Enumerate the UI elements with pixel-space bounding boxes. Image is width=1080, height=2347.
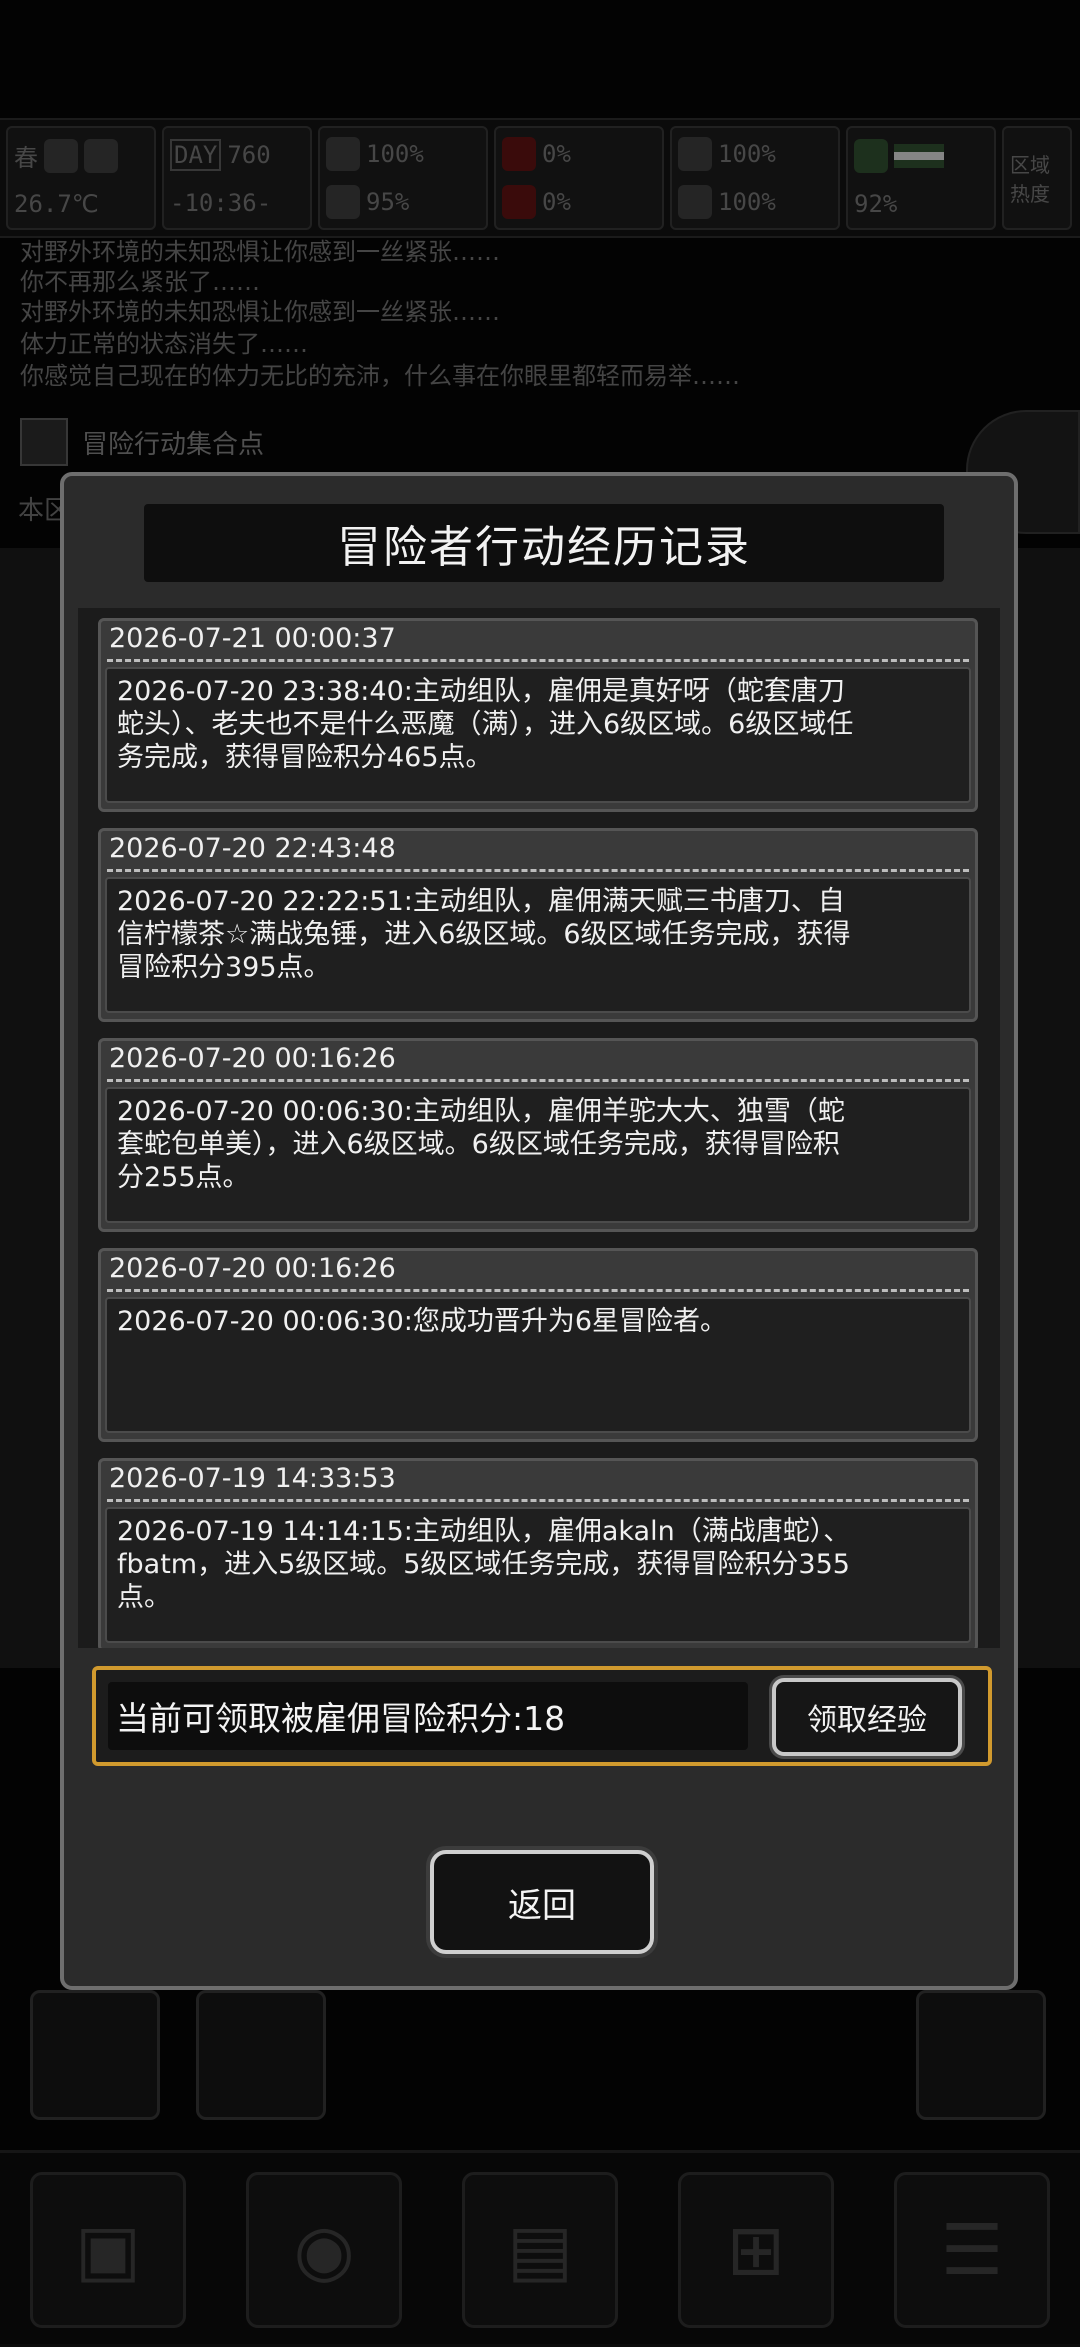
region-heat-panel[interactable]: 区域热度: [1002, 126, 1072, 230]
temperature-readout: 26.7℃: [14, 189, 99, 218]
entry-timestamp: 2026-07-20 22:43:48: [109, 833, 396, 864]
stat-1-value: 100%: [366, 140, 424, 168]
entry-timestamp: 2026-07-20 00:16:26: [109, 1043, 396, 1074]
claim-experience-button[interactable]: 领取经验: [772, 1678, 962, 1756]
location-header: 冒险行动集合点: [20, 418, 264, 466]
claim-points-panel: 当前可领取被雇佣冒险积分:18 领取经验: [92, 1666, 992, 1766]
backpack-icon[interactable]: ▣: [30, 2172, 186, 2328]
entry-divider: [107, 1499, 969, 1502]
log-entry-list[interactable]: 2026-07-21 00:00:37 2026-07-20 23:38:40:…: [78, 608, 1000, 1648]
entry-divider: [107, 1079, 969, 1082]
blood-drop-icon: [502, 185, 536, 219]
stat-2-value: 0%: [542, 140, 571, 168]
stat-6-value: 100%: [718, 188, 776, 216]
run-action-button[interactable]: [196, 1990, 326, 2120]
clock-readout: -10:36-: [170, 189, 272, 217]
stomach-icon: [502, 137, 536, 171]
log-entry: 2026-07-19 14:33:53 2026-07-19 14:14:15:…: [98, 1458, 978, 1648]
action-row: [30, 1990, 326, 2120]
medkit-icon: [326, 137, 360, 171]
team-action-button[interactable]: [916, 1990, 1046, 2120]
journal-icon[interactable]: ▤: [462, 2172, 618, 2328]
cloud-icon: [84, 138, 118, 173]
stat-panel-1: 100% 95%: [318, 126, 488, 230]
entry-timestamp: 2026-07-20 00:16:26: [109, 1253, 396, 1284]
bottom-toolbar: ▣ ◉ ▤ ⊞ ☰: [0, 2150, 1080, 2347]
entry-body: 2026-07-20 00:06:30:您成功晋升为6星冒险者。: [105, 1297, 971, 1433]
entry-body: 2026-07-20 22:22:51:主动组队，雇佣满天赋三书唐刀、自信柠檬茶…: [105, 877, 971, 1013]
entry-text: 2026-07-20 22:22:51:主动组队，雇佣满天赋三书唐刀、自信柠檬茶…: [117, 886, 851, 983]
stat-7-value: 92%: [854, 189, 898, 218]
tap-action-button[interactable]: [30, 1990, 160, 2120]
day-label: DAY: [170, 139, 222, 171]
brain-status-icon: [326, 185, 360, 219]
log-entry: 2026-07-20 00:16:26 2026-07-20 00:06:30:…: [98, 1248, 978, 1442]
rally-point-icon: [20, 418, 68, 466]
stat-3-value: 100%: [718, 140, 776, 168]
brain-icon[interactable]: ◉: [246, 2172, 402, 2328]
entry-body: 2026-07-20 23:38:40:主动组队，雇佣是真好呀（蛇套唐刀蛇头）、…: [105, 667, 971, 803]
entry-divider: [107, 1289, 969, 1292]
flag-icon: [894, 143, 944, 168]
log-line: 对野外环境的未知恐惧让你感到一丝紧张……: [20, 298, 500, 326]
entry-divider: [107, 869, 969, 872]
cart-icon[interactable]: ⊞: [678, 2172, 834, 2328]
entry-timestamp: 2026-07-21 00:00:37: [109, 623, 396, 654]
entry-text: 2026-07-20 00:06:30:您成功晋升为6星冒险者。: [117, 1306, 728, 1337]
log-line: 体力正常的状态消失了……: [20, 330, 308, 358]
return-button[interactable]: 返回: [430, 1850, 654, 1954]
leaf-icon: [44, 138, 78, 173]
day-number: 760: [227, 141, 271, 169]
entry-body: 2026-07-19 14:14:15:主动组队，雇佣akaln（满战唐蛇）、f…: [105, 1507, 971, 1643]
entry-text: 2026-07-20 00:06:30:主动组队，雇佣羊驼大大、独雪（蛇套蛇包单…: [117, 1096, 845, 1193]
stat-4-value: 95%: [366, 188, 410, 216]
stat-panel-4: 92%: [846, 126, 996, 230]
dialog-title: 冒险者行动经历记录: [144, 504, 944, 582]
region-heat-label: 区域热度: [1010, 153, 1050, 206]
entry-body: 2026-07-20 00:06:30:主动组队，雇佣羊驼大大、独雪（蛇套蛇包单…: [105, 1087, 971, 1223]
entry-timestamp: 2026-07-19 14:33:53: [109, 1463, 396, 1494]
boot-icon: [854, 138, 888, 173]
entry-divider: [107, 659, 969, 662]
log-line: 你感觉自己现在的体力无比的充沛，什么事在你眼里都轻而易举……: [20, 362, 740, 390]
stat-panel-2: 0% 0%: [494, 126, 664, 230]
bottle-icon: [678, 137, 712, 171]
stat-panel-3: 100% 100%: [670, 126, 840, 230]
menu-icon[interactable]: ☰: [894, 2172, 1050, 2328]
claimable-points-text: 当前可领取被雇佣冒险积分:18: [108, 1682, 748, 1750]
day-clock-panel: DAY 760 -10:36-: [162, 126, 312, 230]
status-bar: 春 26.7℃ DAY 760 -10:36- 100% 95% 0% 0% 10…: [0, 118, 1080, 238]
log-entry: 2026-07-20 00:16:26 2026-07-20 00:06:30:…: [98, 1038, 978, 1232]
location-name: 冒险行动集合点: [82, 429, 265, 460]
log-entry: 2026-07-21 00:00:37 2026-07-20 23:38:40:…: [98, 618, 978, 812]
entry-text: 2026-07-19 14:14:15:主动组队，雇佣akaln（满战唐蛇）、f…: [117, 1516, 851, 1613]
adventure-log-dialog: 冒险者行动经历记录 2026-07-21 00:00:37 2026-07-20…: [60, 472, 1018, 1990]
season-label: 春: [14, 144, 38, 173]
season-weather-panel: 春 26.7℃: [6, 126, 156, 230]
stat-5-value: 0%: [542, 188, 571, 216]
log-entry: 2026-07-20 22:43:48 2026-07-20 22:22:51:…: [98, 828, 978, 1022]
heart-icon: [678, 185, 712, 219]
entry-text: 2026-07-20 23:38:40:主动组队，雇佣是真好呀（蛇套唐刀蛇头）、…: [117, 676, 854, 773]
